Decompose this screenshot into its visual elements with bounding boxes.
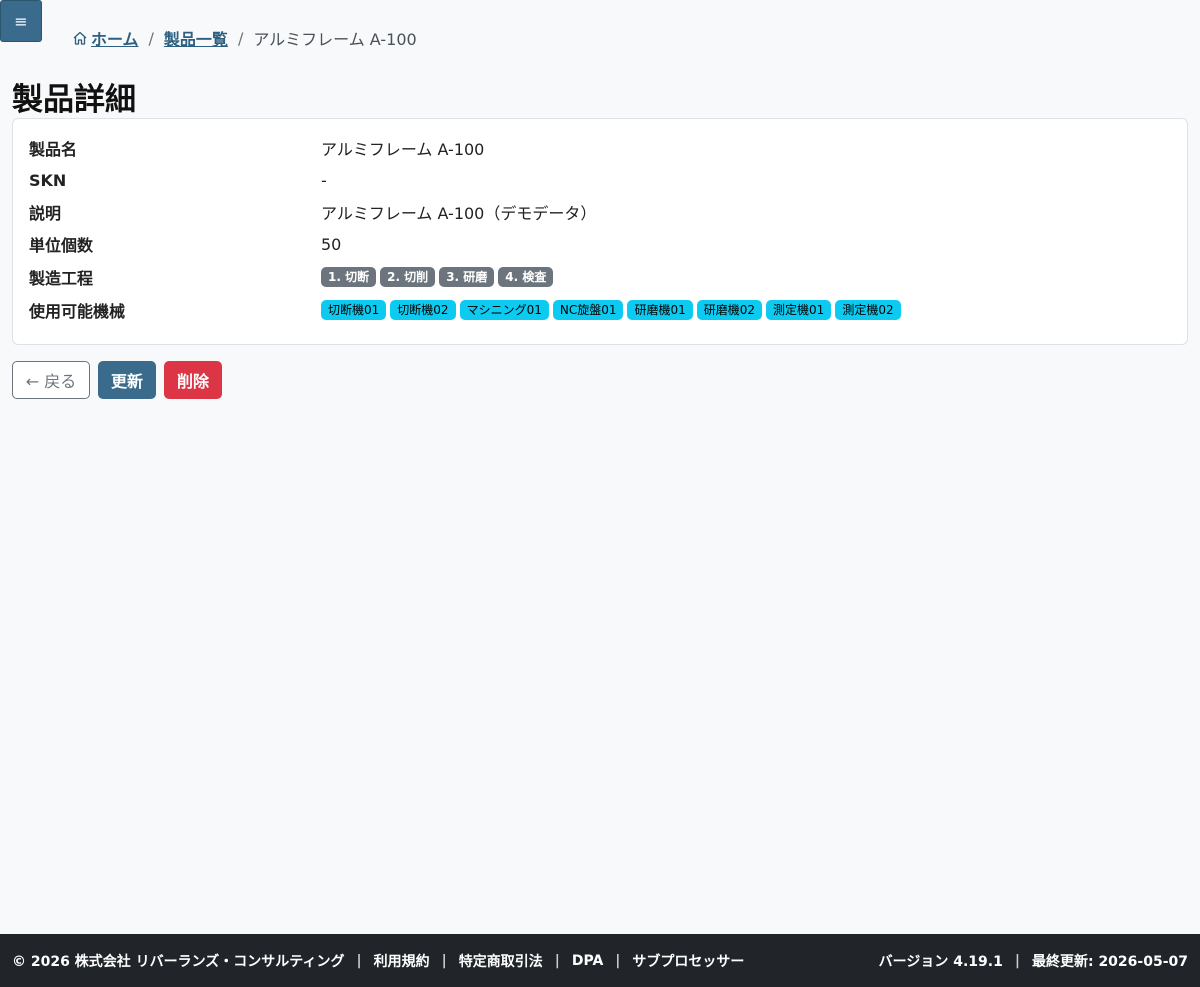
machine-badge: 測定機01: [766, 300, 832, 320]
footer-separator: |: [554, 952, 560, 969]
process-badge: 1. 切断: [321, 267, 377, 287]
footer-separator: |: [356, 952, 362, 969]
footer-link-commerce-law[interactable]: 特定商取引法: [459, 951, 543, 971]
detail-value: アルミフレーム A-100: [321, 140, 485, 159]
machine-badge: マシニング01: [459, 300, 549, 320]
detail-label: SKN: [29, 170, 67, 190]
page: ≡ ホーム / 製品一覧 / アルミフレーム A-100 製品詳細 製品名 アル…: [0, 0, 1200, 987]
machine-badge: 切断機01: [321, 300, 387, 320]
footer-link-subprocessors[interactable]: サブプロセッサー: [632, 951, 744, 971]
footer-separator: |: [615, 952, 621, 969]
footer-last-updated: 最終更新: 2026-05-07: [1031, 953, 1188, 970]
machine-badge: 研磨機01: [627, 300, 693, 320]
detail-label: 単位個数: [29, 236, 94, 255]
detail-label: 製品名: [29, 140, 78, 159]
product-detail-card: 製品名 アルミフレーム A-100 SKN - 説明 アルミフレーム A-100…: [12, 118, 1188, 345]
breadcrumb-list-link[interactable]: 製品一覧: [164, 26, 228, 50]
breadcrumb-separator: /: [237, 28, 244, 48]
page-title: 製品詳細: [12, 82, 136, 118]
footer-version: バージョン 4.19.1: [878, 953, 1003, 970]
detail-row-description: 説明 アルミフレーム A-100（デモデータ）: [29, 200, 596, 224]
detail-label: 説明: [29, 204, 62, 223]
process-badge: 2. 切削: [380, 267, 436, 287]
detail-row-name: 製品名 アルミフレーム A-100: [29, 136, 484, 160]
hamburger-icon: ≡: [14, 11, 28, 31]
detail-row-skn: SKN -: [29, 168, 327, 192]
detail-row-unit-count: 単位個数 50: [29, 232, 341, 256]
detail-row-process: 製造工程 1. 切断 2. 切削 3. 研磨 4. 検査: [29, 265, 554, 289]
breadcrumb-current: アルミフレーム A-100: [253, 30, 417, 49]
process-badge: 3. 研磨: [439, 267, 495, 287]
breadcrumb-home-link[interactable]: ホーム: [72, 26, 139, 50]
machine-badge: NC旋盤01: [552, 300, 624, 320]
machine-badges: 切断機01 切断機02 マシニング01 NC旋盤01 研磨機01 研磨機02 測…: [321, 300, 901, 320]
back-button[interactable]: ← 戻る: [12, 361, 90, 399]
breadcrumb-separator: /: [148, 28, 154, 48]
breadcrumb-home-label: ホーム: [91, 30, 139, 49]
footer-link-terms[interactable]: 利用規約: [374, 951, 430, 971]
detail-value: アルミフレーム A-100（デモデータ）: [321, 204, 597, 223]
detail-row-machines: 使用可能機械 切断機01 切断機02 マシニング01 NC旋盤01 研磨機01 …: [29, 298, 901, 322]
machine-badge: 切断機02: [390, 300, 456, 320]
machine-badge: 測定機02: [835, 300, 901, 320]
footer-separator: |: [441, 952, 447, 969]
footer-left: © 2026 株式会社 リバーランズ・コンサルティング | 利用規約 | 特定商…: [12, 951, 744, 971]
menu-toggle-button[interactable]: ≡: [0, 0, 42, 42]
footer-right: バージョン 4.19.1 | 最終更新: 2026-05-07: [879, 951, 1188, 971]
detail-label: 使用可能機械: [29, 302, 126, 321]
footer: © 2026 株式会社 リバーランズ・コンサルティング | 利用規約 | 特定商…: [0, 934, 1200, 987]
breadcrumb: ホーム / 製品一覧 / アルミフレーム A-100: [72, 27, 417, 49]
machine-badge: 研磨機02: [696, 300, 763, 320]
footer-separator: |: [1014, 952, 1020, 969]
delete-button[interactable]: 削除: [164, 361, 222, 399]
update-button[interactable]: 更新: [98, 361, 156, 399]
detail-label: 製造工程: [29, 269, 94, 288]
home-icon: [73, 31, 87, 45]
footer-link-dpa[interactable]: DPA: [572, 953, 603, 969]
process-badge: 4. 検査: [498, 267, 554, 287]
detail-value: 50: [321, 234, 342, 254]
detail-value: -: [321, 170, 327, 190]
process-badges: 1. 切断 2. 切削 3. 研磨 4. 検査: [321, 267, 554, 287]
footer-copyright: © 2026 株式会社 リバーランズ・コンサルティング: [12, 953, 345, 970]
